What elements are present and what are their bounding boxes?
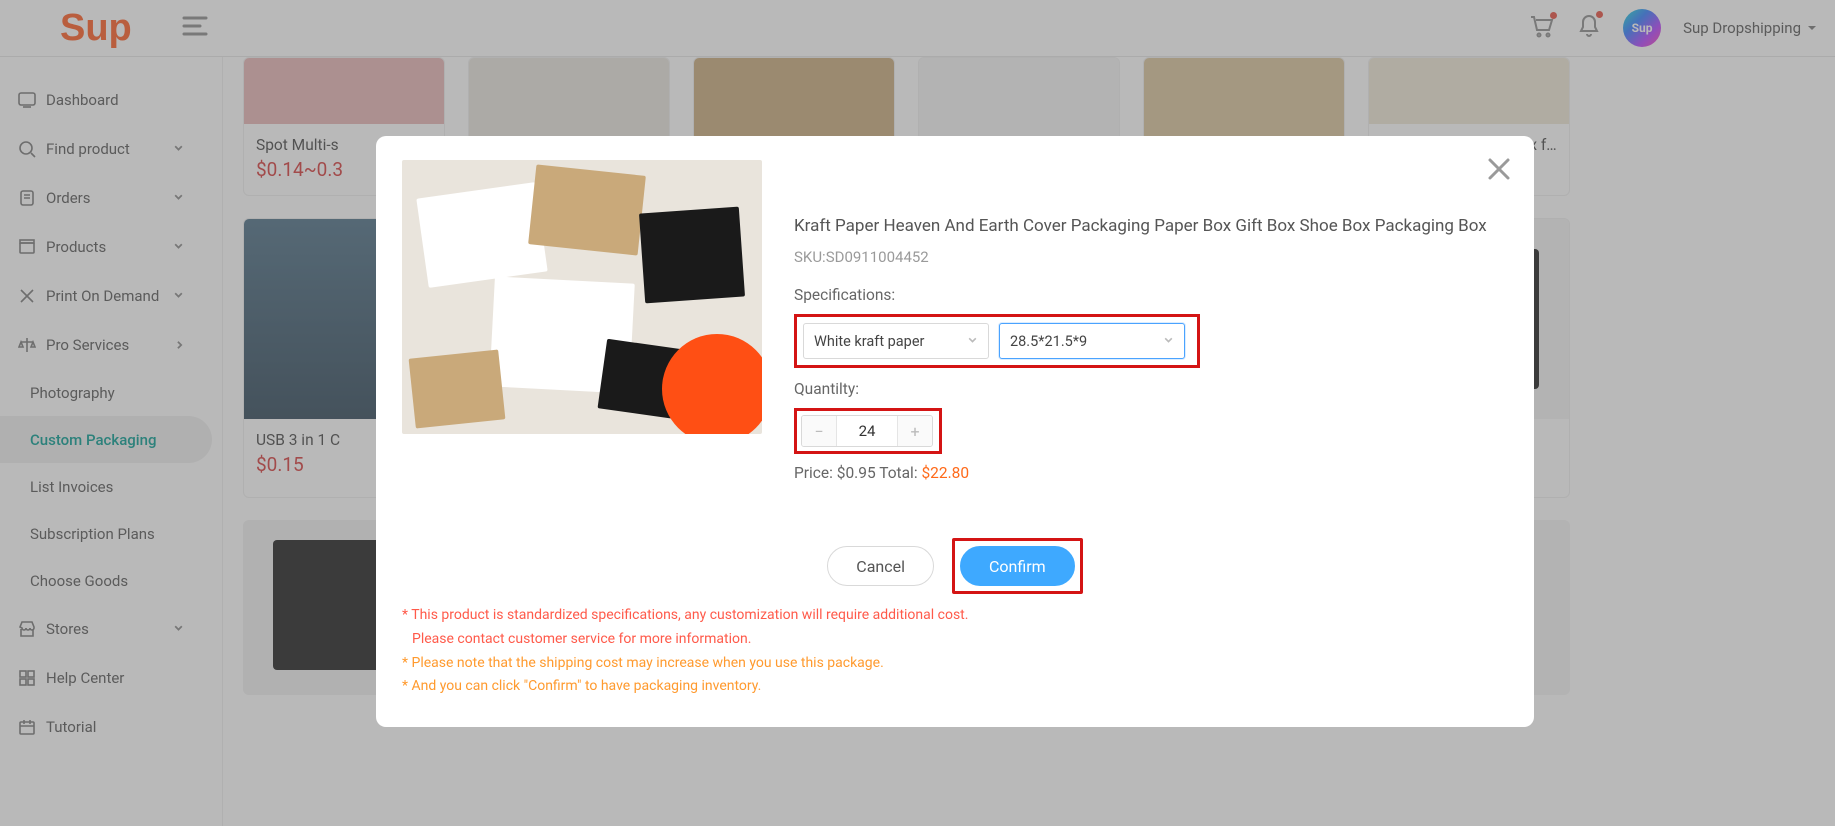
cancel-button[interactable]: Cancel xyxy=(827,546,934,586)
confirm-highlight-box: Confirm xyxy=(952,538,1083,594)
select-value: 28.5*21.5*9 xyxy=(1010,333,1087,350)
modal-sku: SKU:SD0911004452 xyxy=(794,248,1508,266)
spec-highlight-box: White kraft paper 28.5*21.5*9 xyxy=(794,314,1200,368)
spec-label: Specifications: xyxy=(794,286,1508,304)
modal-product-title: Kraft Paper Heaven And Earth Cover Packa… xyxy=(794,216,1508,236)
note-line: * And you can click "Confirm" to have pa… xyxy=(402,675,1508,699)
note-line: Please contact customer service for more… xyxy=(402,628,1508,652)
modal-notes: * This product is standardized specifica… xyxy=(402,604,1508,699)
note-line: * This product is standardized specifica… xyxy=(402,604,1508,628)
select-value: White kraft paper xyxy=(814,333,924,350)
close-icon xyxy=(1486,156,1512,182)
modal-product-image xyxy=(402,160,762,434)
spec-material-select[interactable]: White kraft paper xyxy=(803,323,989,359)
price-line: Price: $0.95 Total: $22.80 xyxy=(794,464,1508,482)
spec-size-select[interactable]: 28.5*21.5*9 xyxy=(999,323,1185,359)
qty-decrement-button[interactable]: − xyxy=(802,416,836,446)
close-button[interactable] xyxy=(1486,156,1512,186)
qty-highlight-box: − 24 + xyxy=(794,408,942,454)
quantity-stepper: − 24 + xyxy=(801,415,933,447)
note-line: * Please note that the shipping cost may… xyxy=(402,652,1508,676)
qty-label: Quantilty: xyxy=(794,380,1508,398)
qty-increment-button[interactable]: + xyxy=(898,416,932,446)
modal-actions: Cancel Confirm xyxy=(402,538,1508,594)
product-modal: Kraft Paper Heaven And Earth Cover Packa… xyxy=(376,136,1534,727)
caret-down-icon xyxy=(1163,333,1174,350)
confirm-button[interactable]: Confirm xyxy=(960,546,1075,586)
caret-down-icon xyxy=(967,333,978,350)
qty-value[interactable]: 24 xyxy=(836,416,898,446)
